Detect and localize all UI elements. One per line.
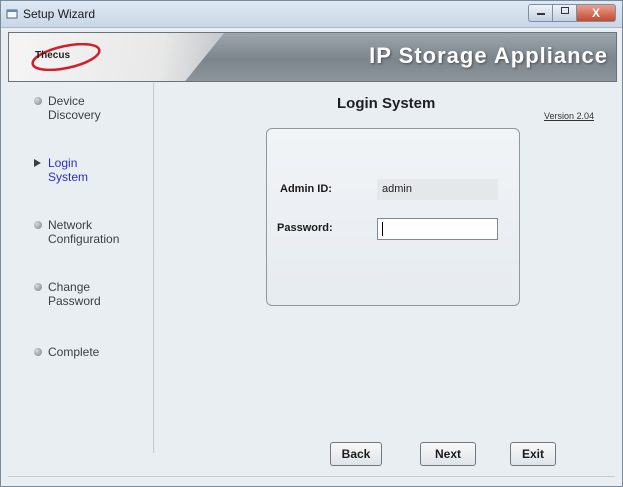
step-bullet-icon [34, 221, 42, 229]
step-change-password: Change Password [34, 280, 148, 308]
sidebar-divider [153, 83, 155, 453]
password-input[interactable] [377, 218, 498, 240]
next-button[interactable]: Next [420, 442, 476, 466]
window-controls: X [528, 4, 616, 23]
step-device-discovery: Device Discovery [34, 94, 148, 122]
step-label-line2: Password [48, 294, 101, 308]
step-bullet-icon [34, 97, 42, 105]
window-title: Setup Wizard [23, 7, 96, 21]
close-button[interactable]: X [576, 4, 616, 22]
version-link[interactable]: Version 2.04 [544, 111, 594, 121]
step-label-line1: Network [48, 218, 93, 232]
step-active-arrow-icon [34, 159, 41, 167]
title-bar[interactable]: Setup Wizard X [1, 1, 622, 28]
close-icon: X [591, 6, 600, 20]
step-label-line2: Configuration [48, 232, 120, 246]
setup-wizard-icon [6, 9, 18, 19]
step-complete: Complete [34, 345, 148, 359]
step-login-system: Login System [34, 156, 148, 184]
step-label-line2: Discovery [48, 108, 101, 122]
minimize-icon [536, 13, 545, 15]
step-label-line1: Login [48, 156, 78, 170]
page-title: Login System [337, 95, 436, 112]
maximize-button[interactable] [552, 4, 576, 22]
footer-divider [8, 476, 615, 477]
password-label: Password: [277, 222, 333, 234]
product-title: IP Storage Appliance [369, 43, 608, 68]
header-banner: Thecus IP Storage Appliance [8, 32, 617, 82]
step-label-line2: System [48, 170, 89, 184]
step-label-line1: Complete [48, 345, 100, 359]
step-bullet-icon [34, 283, 42, 291]
step-network-configuration: Network Configuration [34, 218, 148, 246]
maximize-icon [560, 7, 569, 14]
step-label-line1: Device [48, 94, 85, 108]
back-button[interactable]: Back [330, 442, 382, 466]
admin-id-label: Admin ID: [280, 183, 332, 195]
admin-id-field: admin [377, 179, 498, 200]
minimize-button[interactable] [528, 4, 552, 22]
wizard-steps-sidebar: Device Discovery Login System Network Co… [8, 83, 153, 453]
logo-text: Thecus [35, 50, 71, 61]
exit-button[interactable]: Exit [510, 442, 556, 466]
login-panel [266, 128, 520, 306]
setup-wizard-window: Setup Wizard X Thecus IP Storage Applian… [0, 0, 623, 487]
step-label-line1: Change [48, 280, 91, 294]
step-bullet-icon [34, 348, 42, 356]
text-caret [382, 222, 383, 236]
